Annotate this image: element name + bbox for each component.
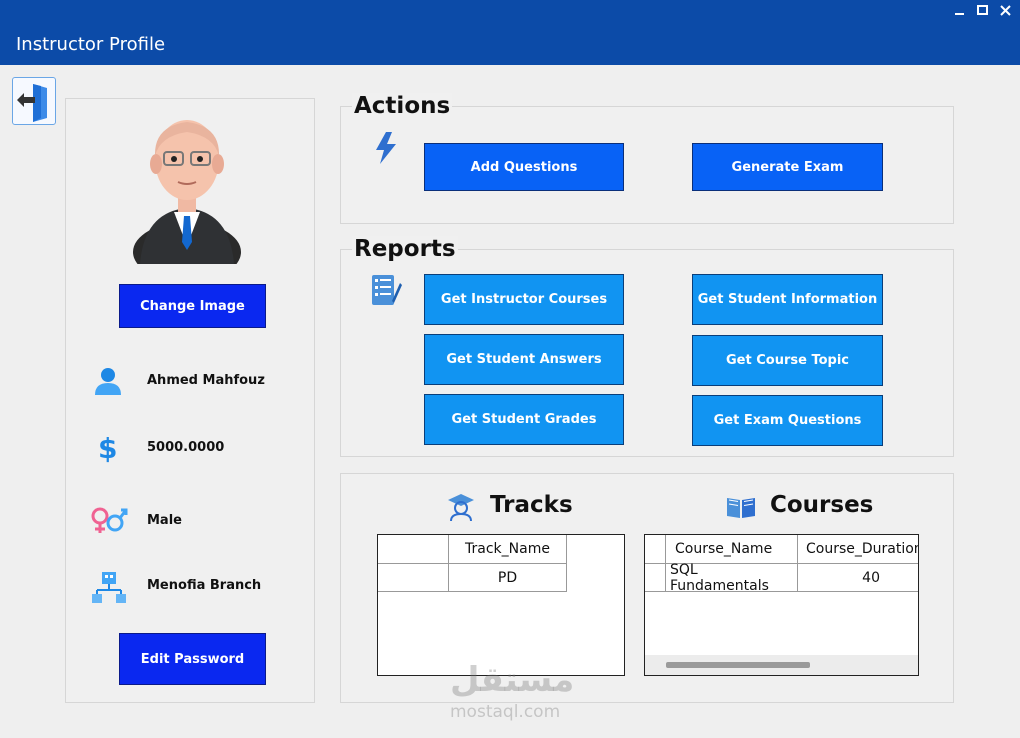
get-student-information-button[interactable]: Get Student Information: [692, 274, 883, 325]
instructor-name: Ahmed Mahfouz: [147, 373, 265, 388]
user-icon: [95, 368, 121, 395]
report-icon: [372, 275, 402, 305]
lightning-icon: [376, 132, 396, 164]
back-button[interactable]: [12, 77, 56, 125]
row-selector[interactable]: [645, 564, 666, 592]
logout-icon: [17, 84, 47, 122]
get-exam-questions-button[interactable]: Get Exam Questions: [692, 395, 883, 446]
instructor-gender: Male: [147, 513, 182, 528]
column-header-course-name[interactable]: Course_Name: [666, 535, 798, 564]
get-student-answers-button[interactable]: Get Student Answers: [424, 334, 624, 385]
instructor-salary: 5000.0000: [147, 440, 225, 455]
close-icon: [1000, 5, 1011, 16]
reports-title: Reports: [352, 236, 458, 262]
minimize-button[interactable]: [950, 4, 970, 22]
window-title: Instructor Profile: [16, 34, 166, 55]
column-header-track-name[interactable]: Track_Name: [449, 535, 567, 564]
avatar: [133, 120, 241, 264]
title-bar: Instructor Profile: [0, 0, 1020, 65]
horizontal-scrollbar[interactable]: [645, 655, 918, 675]
gender-icon: [91, 507, 128, 533]
get-course-topic-button[interactable]: Get Course Topic: [692, 335, 883, 386]
change-image-button[interactable]: Change Image: [119, 284, 266, 328]
courses-grid[interactable]: Course_Name Course_Duration SQL Fundamen…: [644, 534, 919, 676]
row-selector[interactable]: [378, 564, 449, 592]
table-cell-course-name[interactable]: SQL Fundamentals: [666, 562, 798, 594]
tracks-title: Tracks: [490, 492, 573, 518]
maximize-button[interactable]: [973, 4, 993, 22]
generate-exam-button[interactable]: Generate Exam: [692, 143, 883, 191]
get-instructor-courses-button[interactable]: Get Instructor Courses: [424, 274, 624, 325]
graduate-icon: [448, 494, 474, 522]
get-student-grades-button[interactable]: Get Student Grades: [424, 394, 624, 445]
add-questions-button[interactable]: Add Questions: [424, 143, 624, 191]
courses-title: Courses: [770, 492, 874, 518]
tracks-grid[interactable]: Track_Name PD: [377, 534, 625, 676]
row-header-cell: [645, 535, 666, 564]
table-cell-track-name[interactable]: PD: [449, 564, 567, 592]
svg-text:$: $: [98, 432, 117, 464]
close-button[interactable]: [996, 4, 1016, 22]
table-cell-course-duration[interactable]: 40: [798, 564, 918, 592]
scrollbar-thumb[interactable]: [666, 662, 810, 668]
branch-icon: [92, 572, 126, 603]
dollar-icon: $: [98, 432, 117, 464]
minimize-icon: [955, 13, 964, 15]
instructor-branch: Menofia Branch: [147, 578, 262, 593]
maximize-icon: [977, 5, 988, 15]
watermark-latin: mostaql.com: [450, 702, 561, 722]
row-header-cell: [378, 535, 449, 564]
column-header-course-duration[interactable]: Course_Duration: [798, 535, 918, 564]
edit-password-button[interactable]: Edit Password: [119, 633, 266, 685]
watermark-arabic: مستقل: [450, 660, 575, 700]
book-icon: [727, 498, 755, 518]
actions-title: Actions: [352, 93, 453, 119]
